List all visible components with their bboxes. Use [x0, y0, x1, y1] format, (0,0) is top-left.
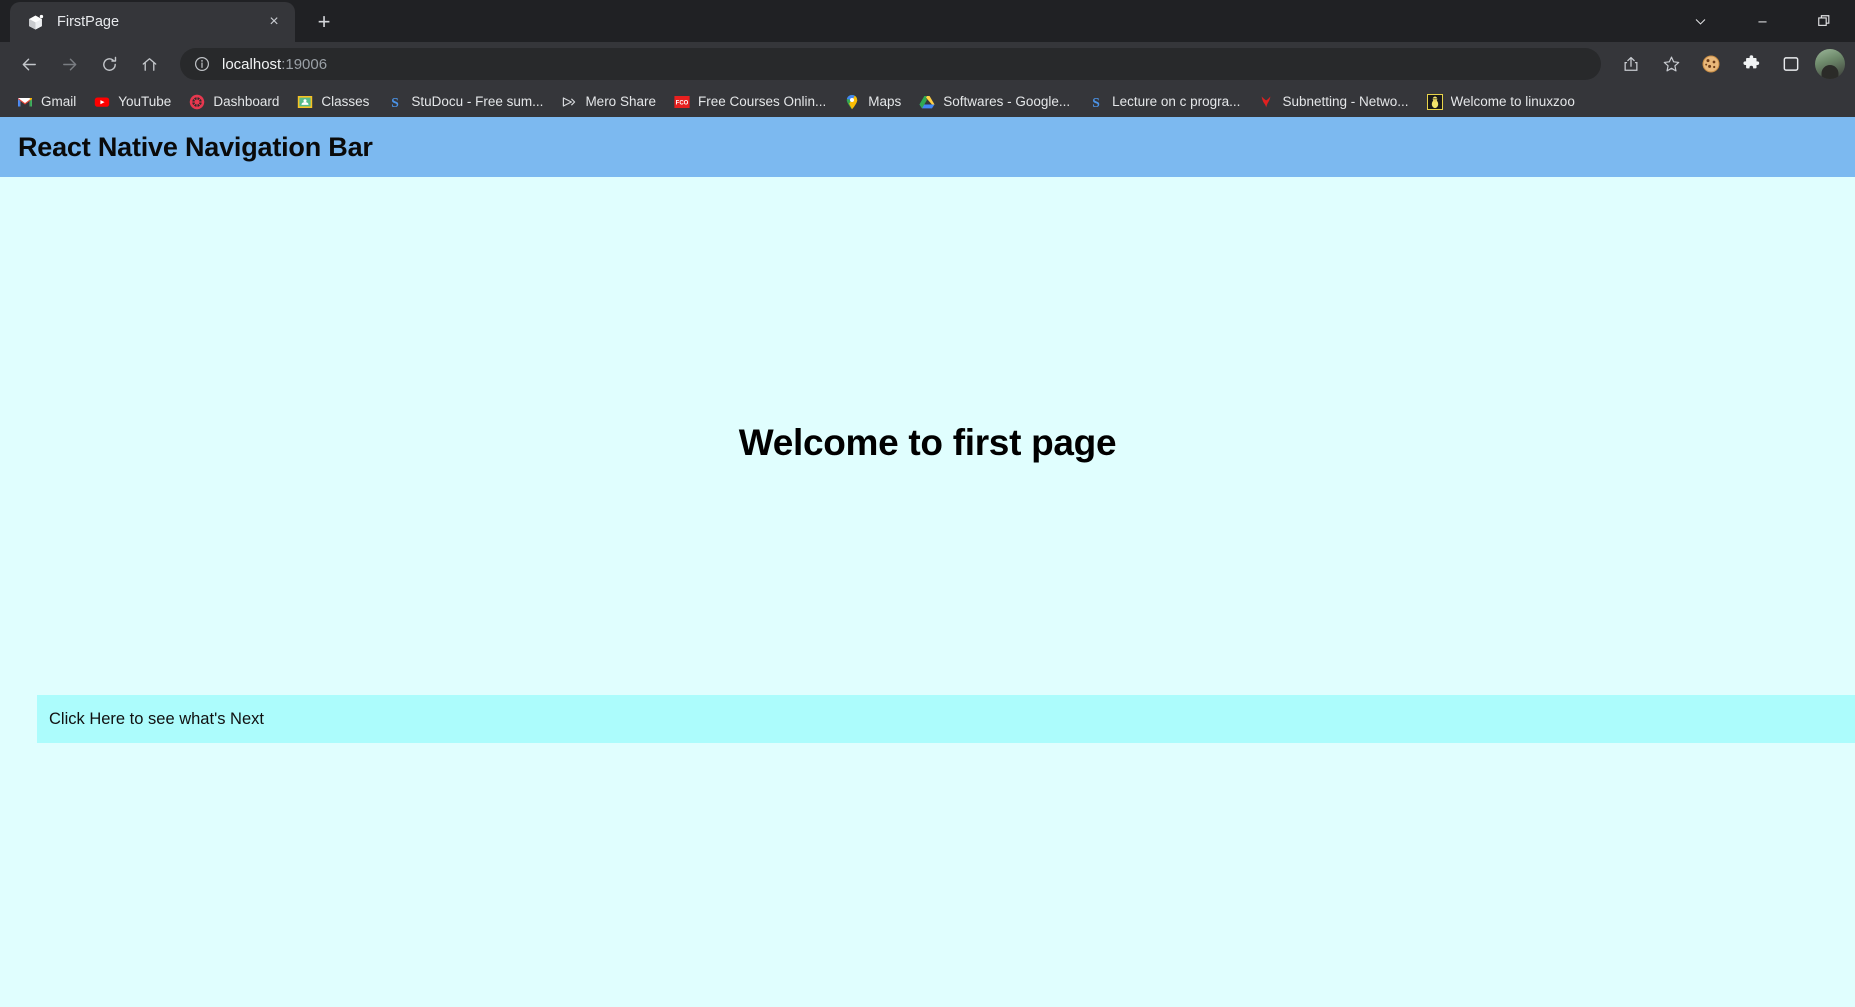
chevron-down-icon[interactable]: [1669, 0, 1731, 42]
bookmark-star-icon[interactable]: [1653, 46, 1689, 82]
bookmark-maps[interactable]: Maps: [835, 90, 910, 114]
bookmark-label: Gmail: [41, 94, 76, 109]
url-port: :19006: [281, 56, 327, 73]
info-circle-icon[interactable]: [194, 56, 210, 72]
bookmark-label: Softwares - Google...: [943, 94, 1070, 109]
bookmark-label: Free Courses Onlin...: [698, 94, 826, 109]
bookmark-label: Dashboard: [213, 94, 279, 109]
extensions-puzzle-icon[interactable]: [1733, 46, 1769, 82]
minimize-icon[interactable]: [1731, 0, 1793, 42]
welcome-heading-wrapper: Welcome to first page: [0, 422, 1855, 464]
next-page-button-label: Click Here to see what's Next: [49, 710, 264, 729]
bookmark-label: StuDocu - Free sum...: [411, 94, 543, 109]
new-tab-button[interactable]: +: [307, 5, 341, 39]
welcome-heading: Welcome to first page: [739, 422, 1117, 464]
window-controls: [1669, 0, 1855, 42]
browser-tab-firstpage[interactable]: FirstPage ×: [10, 2, 295, 42]
dashboard-icon: [189, 94, 205, 110]
bookmark-label: Subnetting - Netwo...: [1282, 94, 1408, 109]
reload-icon[interactable]: [90, 45, 128, 83]
bookmark-subnetting[interactable]: Subnetting - Netwo...: [1249, 90, 1417, 114]
app-navigation-bar: React Native Navigation Bar: [0, 117, 1855, 177]
bookmark-label: Lecture on c progra...: [1112, 94, 1240, 109]
bookmark-free-courses[interactable]: FCO Free Courses Onlin...: [665, 90, 835, 114]
bookmark-linuxzoo[interactable]: Welcome to linuxzoo: [1418, 90, 1584, 114]
bookmarks-bar: Gmail YouTube Dashboard Classe: [0, 86, 1855, 117]
expo-cube-icon: [26, 13, 45, 32]
gmail-icon: [17, 94, 33, 110]
back-arrow-icon[interactable]: [10, 45, 48, 83]
bookmark-gmail[interactable]: Gmail: [8, 90, 85, 114]
bookmark-label: YouTube: [118, 94, 171, 109]
browser-tab-strip: FirstPage × +: [0, 0, 1855, 42]
studocu-icon: S: [1088, 94, 1104, 110]
svg-text:FCO: FCO: [676, 100, 689, 106]
share-icon[interactable]: [1613, 46, 1649, 82]
next-page-button[interactable]: Click Here to see what's Next: [37, 695, 1855, 743]
google-maps-icon: [844, 94, 860, 110]
side-panel-icon[interactable]: [1773, 46, 1809, 82]
profile-avatar[interactable]: [1815, 49, 1845, 79]
toolbar-icon-group: [1613, 46, 1845, 82]
fco-icon: FCO: [674, 94, 690, 110]
home-icon[interactable]: [130, 45, 168, 83]
app-content-area: Welcome to first page Click Here to see …: [0, 177, 1855, 1007]
svg-text:S: S: [392, 94, 400, 109]
address-bar-url: localhost:19006: [222, 56, 327, 73]
close-icon[interactable]: ×: [263, 11, 285, 33]
restore-icon[interactable]: [1793, 0, 1855, 42]
browser-toolbar: localhost:19006: [0, 42, 1855, 86]
google-drive-icon: [919, 94, 935, 110]
bookmark-softwares-drive[interactable]: Softwares - Google...: [910, 90, 1079, 114]
browser-tab-title: FirstPage: [57, 14, 251, 30]
bookmark-lecture-on-c[interactable]: S Lecture on c progra...: [1079, 90, 1249, 114]
studocu-icon: S: [387, 94, 403, 110]
subnetting-icon: [1258, 94, 1274, 110]
youtube-icon: [94, 94, 110, 110]
bookmark-youtube[interactable]: YouTube: [85, 90, 180, 114]
forward-arrow-icon[interactable]: [50, 45, 88, 83]
page-title: React Native Navigation Bar: [18, 132, 373, 163]
mero-share-icon: [561, 94, 577, 110]
bookmark-dashboard[interactable]: Dashboard: [180, 90, 288, 114]
page-viewport: React Native Navigation Bar Welcome to f…: [0, 117, 1855, 1007]
bookmark-label: Classes: [321, 94, 369, 109]
svg-text:S: S: [1092, 94, 1100, 109]
bookmark-label: Welcome to linuxzoo: [1451, 94, 1575, 109]
bookmark-classes[interactable]: Classes: [288, 90, 378, 114]
url-host: localhost: [222, 56, 281, 73]
address-bar[interactable]: localhost:19006: [180, 48, 1601, 80]
linuxzoo-icon: [1427, 94, 1443, 110]
bookmark-mero-share[interactable]: Mero Share: [552, 90, 665, 114]
google-classroom-icon: [297, 94, 313, 110]
cookie-icon[interactable]: [1693, 46, 1729, 82]
bookmark-label: Maps: [868, 94, 901, 109]
bookmark-studocu[interactable]: S StuDocu - Free sum...: [378, 90, 552, 114]
bookmark-label: Mero Share: [585, 94, 656, 109]
